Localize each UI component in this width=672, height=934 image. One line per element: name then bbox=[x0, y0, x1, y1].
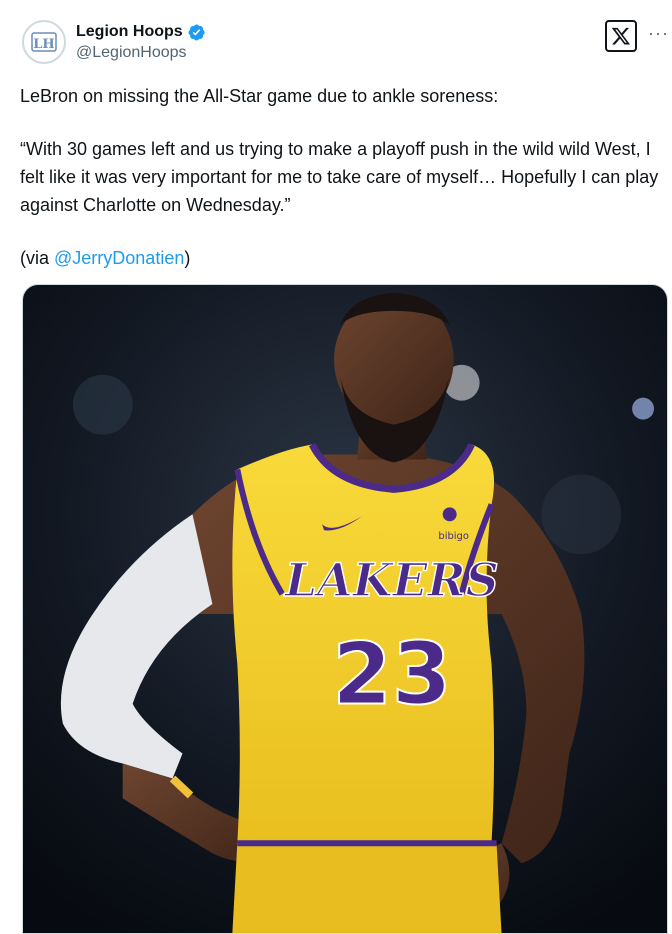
via-prefix: (via bbox=[20, 248, 55, 268]
author-block: Legion Hoops @LegionHoops bbox=[76, 21, 206, 62]
player-photo: bibigo LAKERS 23 bbox=[23, 285, 667, 933]
x-logo-icon[interactable] bbox=[605, 20, 637, 52]
author-display-name[interactable]: Legion Hoops bbox=[76, 23, 183, 41]
avatar[interactable]: LH bbox=[22, 20, 66, 64]
post-quote: “With 30 games left and us trying to mak… bbox=[20, 139, 659, 215]
via-suffix: ) bbox=[184, 248, 191, 268]
sponsor-text: bibigo bbox=[438, 531, 469, 542]
post-image[interactable]: bibigo LAKERS 23 bbox=[22, 284, 668, 934]
post-header: LH Legion Hoops @LegionHoops ··· bbox=[20, 18, 672, 68]
post-headline: LeBron on missing the All-Star game due … bbox=[20, 86, 499, 106]
jersey-number-text: 23 bbox=[332, 625, 451, 725]
more-options-icon[interactable]: ··· bbox=[648, 24, 669, 42]
jersey-brand-text: LAKERS bbox=[283, 553, 499, 607]
svg-text:LH: LH bbox=[33, 37, 54, 52]
verified-badge-icon bbox=[187, 23, 206, 42]
via-mention-link[interactable]: @JerryDonatien bbox=[54, 248, 184, 268]
author-handle[interactable]: @LegionHoops bbox=[76, 44, 206, 62]
post-text: LeBron on missing the All-Star game due … bbox=[20, 82, 668, 272]
legion-hoops-logo-icon: LH bbox=[31, 32, 57, 52]
post-attribution: (via @JerryDonatien) bbox=[20, 244, 668, 272]
